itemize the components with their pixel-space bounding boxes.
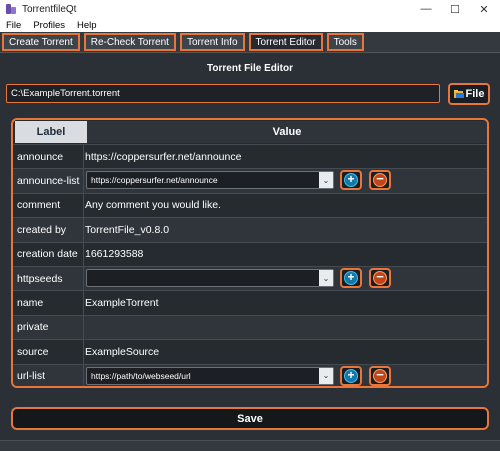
file-button-label: File [465,88,485,100]
chevron-down-icon[interactable]: ⌄ [319,172,333,189]
row-label: created by [17,223,67,236]
row-value[interactable]: https://coppersurfer.net/announce [83,151,487,163]
save-button[interactable]: Save [11,407,489,430]
combo-value: https://path/to/webseed/url [91,370,191,381]
plus-circle-icon: + [344,368,358,383]
combo-value: https://coppersurfer.net/announce [91,175,218,186]
table-header: Label Value [13,120,487,144]
column-header-value[interactable]: Value [87,121,487,143]
chevron-down-icon[interactable]: ⌄ [319,367,333,384]
tab-create-torrent[interactable]: Create Torrent [2,33,80,51]
tab-recheck-torrent[interactable]: Re-Check Torrent [83,33,176,51]
row-value[interactable]: ExampleTorrent [83,297,487,309]
row-label: creation date [17,248,78,261]
plus-circle-icon: + [344,173,358,188]
title-bar: TorrentfileQt — ☐ ✕ [0,0,500,18]
remove-url-button[interactable]: − [369,365,391,386]
row-label: comment [17,199,61,212]
table-row: comment Any comment you would like. [13,192,487,218]
table-row: url-list https://path/to/webseed/url ⌄ +… [13,363,487,386]
menu-profiles[interactable]: Profiles [27,20,71,31]
row-label: httpseeds [17,272,63,285]
table-row: source ExampleSource [13,339,487,364]
menu-file[interactable]: File [0,20,27,31]
torrent-fields-table: Label Value announce https://coppersurfe… [11,118,489,388]
column-header-label[interactable]: Label [15,121,87,143]
remove-httpseed-button[interactable]: − [369,268,391,288]
row-label: private [17,321,49,334]
row-value[interactable]: TorrentFile_v0.8.0 [83,224,487,236]
url-list-combo[interactable]: https://path/to/webseed/url ⌄ [86,366,334,385]
row-label: announce [17,150,64,163]
tab-torrent-info[interactable]: Torrent Info [179,33,245,51]
table-row: announce-list https://coppersurfer.net/a… [13,168,487,193]
plus-circle-icon: + [344,271,358,285]
row-value[interactable]: Any comment you would like. [83,199,487,211]
tab-tools[interactable]: Tools [326,33,364,51]
file-button[interactable]: File [448,83,490,105]
remove-announce-button[interactable]: − [369,170,391,191]
torrent-path-input[interactable]: C:\ExampleTorrent.torrent [6,84,440,103]
tab-torrent-editor[interactable]: Torrent Editor [248,33,323,51]
page-title: Torrent File Editor [207,63,293,74]
status-bar [0,440,500,451]
row-value[interactable]: ExampleSource [83,346,487,358]
maximize-button[interactable]: ☐ [441,0,469,18]
app-icon [5,3,17,15]
table-row: created by TorrentFile_v0.8.0 [13,217,487,242]
row-value[interactable]: 1661293588 [83,248,487,260]
minus-circle-icon: − [373,270,387,285]
folder-icon [453,89,464,99]
announce-list-combo[interactable]: https://coppersurfer.net/announce ⌄ [86,171,334,190]
httpseeds-combo[interactable]: ⌄ [86,269,334,287]
table-row: private [13,314,487,340]
chevron-down-icon[interactable]: ⌄ [319,270,333,286]
row-label: url-list [17,370,45,383]
minus-circle-icon: − [373,368,387,383]
tab-bar: Create Torrent Re-Check Torrent Torrent … [2,33,364,51]
window-title: TorrentfileQt [22,3,77,15]
add-announce-button[interactable]: + [340,170,362,191]
table-row: name ExampleTorrent [13,290,487,315]
row-label: announce-list [17,175,80,188]
minimize-button[interactable]: — [412,0,440,18]
add-httpseed-button[interactable]: + [340,268,362,288]
table-row: creation date 1661293588 [13,241,487,266]
row-label: source [17,345,49,358]
table-row: announce https://coppersurfer.net/announ… [13,144,487,169]
menu-bar: File Profiles Help [0,18,500,32]
menu-help[interactable]: Help [71,20,103,31]
add-url-button[interactable]: + [340,365,362,386]
close-button[interactable]: ✕ [470,0,498,18]
row-label: name [17,297,44,310]
table-row: httpseeds ⌄ + − [13,266,487,291]
minus-circle-icon: − [373,172,387,188]
